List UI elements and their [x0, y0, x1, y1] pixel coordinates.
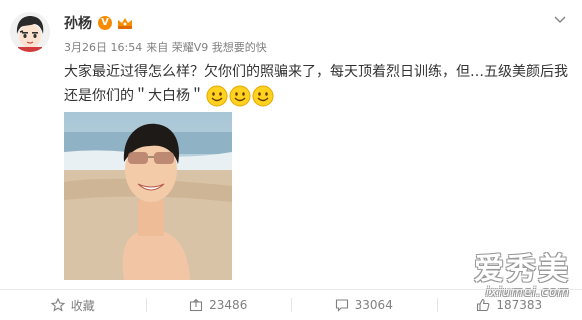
cartoon-avatar-icon	[10, 12, 50, 52]
chevron-down-icon[interactable]	[554, 16, 566, 24]
smile-emoji-icon	[252, 85, 274, 107]
emoji-group	[206, 85, 275, 107]
post-time[interactable]: 3月26日 16:54	[64, 39, 142, 55]
like-count: 187383	[496, 298, 543, 312]
name-row: 孙杨 V	[64, 13, 134, 33]
avatar[interactable]	[10, 12, 50, 52]
post-photo[interactable]	[64, 112, 232, 280]
thumbs-up-icon	[477, 298, 490, 312]
action-bar: 收藏 23486 33064 187383	[0, 289, 582, 320]
comment-button[interactable]: 33064	[291, 290, 437, 320]
user-name[interactable]: 孙杨	[64, 13, 92, 33]
weibo-post-card: 孙杨 V 3月26日 16:54 来自 荣耀V9 我想要的快 大家最近过得怎么样…	[0, 0, 582, 320]
post-body: 大家最近过得怎么样？欠你们的照骗来了，每天顶着烈日训练，但…五级美颜后我还是你们…	[64, 64, 568, 104]
beach-selfie-image	[64, 112, 232, 280]
like-button[interactable]: 187383	[436, 290, 582, 320]
post-source: 来自 荣耀V9 我想要的快	[146, 41, 267, 54]
favorite-label: 收藏	[70, 298, 95, 313]
repost-count: 23486	[209, 298, 248, 312]
watermark-main: 爱秀美	[474, 252, 570, 287]
comment-count: 33064	[354, 298, 393, 312]
star-icon	[50, 298, 65, 312]
repost-button[interactable]: 23486	[145, 290, 292, 320]
comment-icon	[335, 299, 348, 312]
smile-emoji-icon	[206, 85, 228, 107]
smile-emoji-icon	[229, 85, 251, 107]
share-icon	[190, 298, 203, 312]
post-text: 大家最近过得怎么样？欠你们的照骗来了，每天顶着烈日训练，但…五级美颜后我还是你们…	[64, 60, 572, 108]
post-meta: 3月26日 16:54 来自 荣耀V9 我想要的快	[64, 40, 267, 54]
favorite-button[interactable]: 收藏	[0, 290, 146, 320]
vip-crown-icon[interactable]	[116, 16, 134, 30]
verified-badge[interactable]: V	[98, 16, 112, 30]
